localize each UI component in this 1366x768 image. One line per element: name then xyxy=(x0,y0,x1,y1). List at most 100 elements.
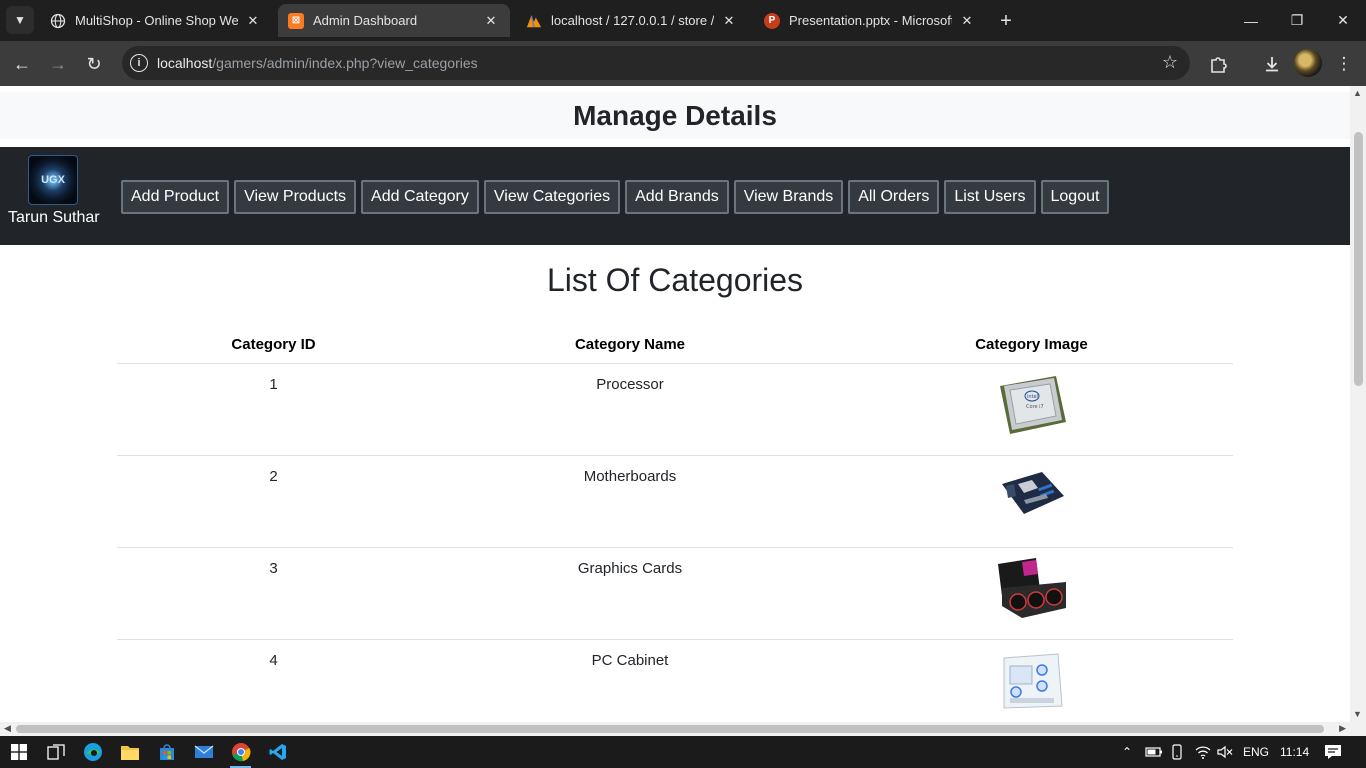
table-row: 2 Motherboards xyxy=(117,455,1233,548)
all-orders-button[interactable]: All Orders xyxy=(848,180,940,214)
vscode-icon[interactable] xyxy=(259,736,296,768)
powerpoint-icon: P xyxy=(764,12,780,29)
svg-text:intel: intel xyxy=(1027,394,1038,400)
volume-muted-icon[interactable] xyxy=(1217,736,1233,768)
task-view-icon[interactable] xyxy=(37,736,74,768)
vertical-scroll-thumb[interactable] xyxy=(1354,132,1363,386)
table-header-row: Category ID Category Name Category Image xyxy=(117,327,1233,364)
table-row: 1 Processor intel Core i7 xyxy=(117,363,1233,456)
browser-tab-bar: ▼ MultiShop - Online Shop Website ✕ ⊠ Ad… xyxy=(0,0,1366,41)
categories-table: Category ID Category Name Category Image… xyxy=(117,327,1233,722)
notifications-icon[interactable] xyxy=(1324,736,1342,768)
page-title: Manage Details xyxy=(573,99,777,131)
scroll-right-arrow-icon[interactable]: ▶ xyxy=(1339,723,1346,734)
system-clock[interactable]: 11:14 xyxy=(1280,736,1309,768)
site-info-icon[interactable]: i xyxy=(130,54,148,72)
view-categories-button[interactable]: View Categories xyxy=(483,180,621,214)
category-id: 1 xyxy=(117,363,430,456)
table-row: 4 PC Cabinet xyxy=(117,639,1233,722)
table-row: 3 Graphics Cards xyxy=(117,547,1233,640)
bookmark-star-icon[interactable]: ☆ xyxy=(1162,52,1178,73)
horizontal-scroll-thumb[interactable] xyxy=(16,725,1324,733)
file-explorer-icon[interactable] xyxy=(111,736,148,768)
browser-tab-admin-dashboard[interactable]: ⊠ Admin Dashboard ✕ xyxy=(278,4,510,37)
windows-taskbar: ⌃ ENG 11:14 xyxy=(0,736,1366,768)
back-button[interactable]: ← xyxy=(7,49,37,79)
add-product-button[interactable]: Add Product xyxy=(121,180,230,214)
close-tab-icon[interactable]: ✕ xyxy=(720,12,738,30)
processor-image: intel Core i7 xyxy=(999,375,1066,434)
vertical-scrollbar[interactable]: ▲ ▼ xyxy=(1350,86,1366,722)
address-bar[interactable]: i localhost/gamers/admin/index.php?view_… xyxy=(122,46,1190,80)
downloads-icon[interactable] xyxy=(1257,49,1287,79)
tab-title: MultiShop - Online Shop Website xyxy=(75,13,238,28)
microsoft-store-icon[interactable] xyxy=(148,736,185,768)
browser-tab-phpmyadmin[interactable]: localhost / 127.0.0.1 / store / products… xyxy=(516,4,748,37)
category-name: Processor xyxy=(430,363,830,456)
globe-icon xyxy=(50,13,66,29)
category-name: Motherboards xyxy=(430,455,830,548)
page-title-band: Manage Details xyxy=(0,92,1350,139)
add-brands-button[interactable]: Add Brands xyxy=(625,180,729,214)
list-users-button[interactable]: List Users xyxy=(944,180,1036,214)
column-header-image: Category Image xyxy=(830,327,1233,364)
add-category-button[interactable]: Add Category xyxy=(361,180,479,214)
extensions-icon[interactable] xyxy=(1203,49,1233,79)
category-id: 4 xyxy=(117,639,430,722)
view-products-button[interactable]: View Products xyxy=(234,180,357,214)
show-hidden-icons-chevron-icon[interactable]: ⌃ xyxy=(1122,736,1132,768)
menu-kebab-icon[interactable]: ⋮ xyxy=(1329,49,1359,79)
close-window-button[interactable]: ✕ xyxy=(1320,0,1366,41)
list-heading: List Of Categories xyxy=(546,262,804,298)
page-viewport: Manage Details UGX Tarun Suthar Add Prod… xyxy=(0,86,1366,722)
svg-text:Core i7: Core i7 xyxy=(1026,404,1044,410)
category-id: 2 xyxy=(117,455,430,548)
tab-title: localhost / 127.0.0.1 / store / products xyxy=(551,13,714,28)
forward-button[interactable]: → xyxy=(43,49,73,79)
logout-button[interactable]: Logout xyxy=(1040,180,1110,214)
wifi-icon[interactable] xyxy=(1195,736,1211,768)
category-name: Graphics Cards xyxy=(430,547,830,640)
horizontal-scrollbar[interactable]: ◀ ▶ xyxy=(0,722,1366,736)
scroll-down-arrow-icon[interactable]: ▼ xyxy=(1353,709,1362,719)
restore-window-button[interactable]: ❐ xyxy=(1274,0,1320,41)
category-name: PC Cabinet xyxy=(430,639,830,722)
motherboard-image xyxy=(1001,471,1064,514)
url-text: localhost/gamers/admin/index.php?view_ca… xyxy=(157,55,478,71)
battery-icon[interactable] xyxy=(1145,736,1163,768)
admin-user-name: Tarun Suthar xyxy=(8,209,100,226)
close-tab-icon[interactable]: ✕ xyxy=(244,12,262,30)
chrome-taskbar-icon[interactable] xyxy=(222,736,259,768)
phone-link-icon[interactable] xyxy=(1171,736,1185,768)
admin-nav-buttons: Add Product View Products Add Category V… xyxy=(121,180,1110,214)
scroll-left-arrow-icon[interactable]: ◀ xyxy=(4,723,11,734)
admin-logo: UGX xyxy=(28,155,78,205)
profile-avatar[interactable] xyxy=(1294,49,1322,77)
category-id: 3 xyxy=(117,547,430,640)
tab-title: Presentation.pptx - Microsoft PowerPoint xyxy=(789,13,952,28)
admin-navbar: UGX Tarun Suthar Add Product View Produc… xyxy=(0,147,1350,245)
column-header-id: Category ID xyxy=(117,327,430,364)
input-language[interactable]: ENG xyxy=(1243,736,1269,768)
browser-tab-powerpoint[interactable]: P Presentation.pptx - Microsoft PowerPoi… xyxy=(754,4,986,37)
graphics-card-image xyxy=(997,557,1066,618)
edge-browser-icon[interactable] xyxy=(74,736,111,768)
reload-button[interactable]: ↻ xyxy=(79,49,109,79)
browser-tab-multishop[interactable]: MultiShop - Online Shop Website ✕ xyxy=(40,4,272,37)
column-header-name: Category Name xyxy=(430,327,830,364)
view-brands-button[interactable]: View Brands xyxy=(733,180,844,214)
mail-icon[interactable] xyxy=(185,736,222,768)
close-tab-icon[interactable]: ✕ xyxy=(482,12,500,30)
browser-toolbar: ← → ↻ i localhost/gamers/admin/index.php… xyxy=(0,41,1366,86)
new-tab-button[interactable]: + xyxy=(992,7,1020,35)
tab-title: Admin Dashboard xyxy=(313,13,418,28)
pc-cabinet-image xyxy=(1003,652,1063,709)
windows-start-icon[interactable] xyxy=(0,736,37,768)
scroll-up-arrow-icon[interactable]: ▲ xyxy=(1353,88,1362,98)
tab-search-button[interactable]: ▼ xyxy=(6,6,34,34)
xampp-icon: ⊠ xyxy=(288,12,304,29)
admin-brand: UGX Tarun Suthar xyxy=(8,155,100,227)
close-tab-icon[interactable]: ✕ xyxy=(958,12,976,30)
phpmyadmin-icon xyxy=(526,13,542,29)
minimize-window-button[interactable]: — xyxy=(1228,0,1274,41)
